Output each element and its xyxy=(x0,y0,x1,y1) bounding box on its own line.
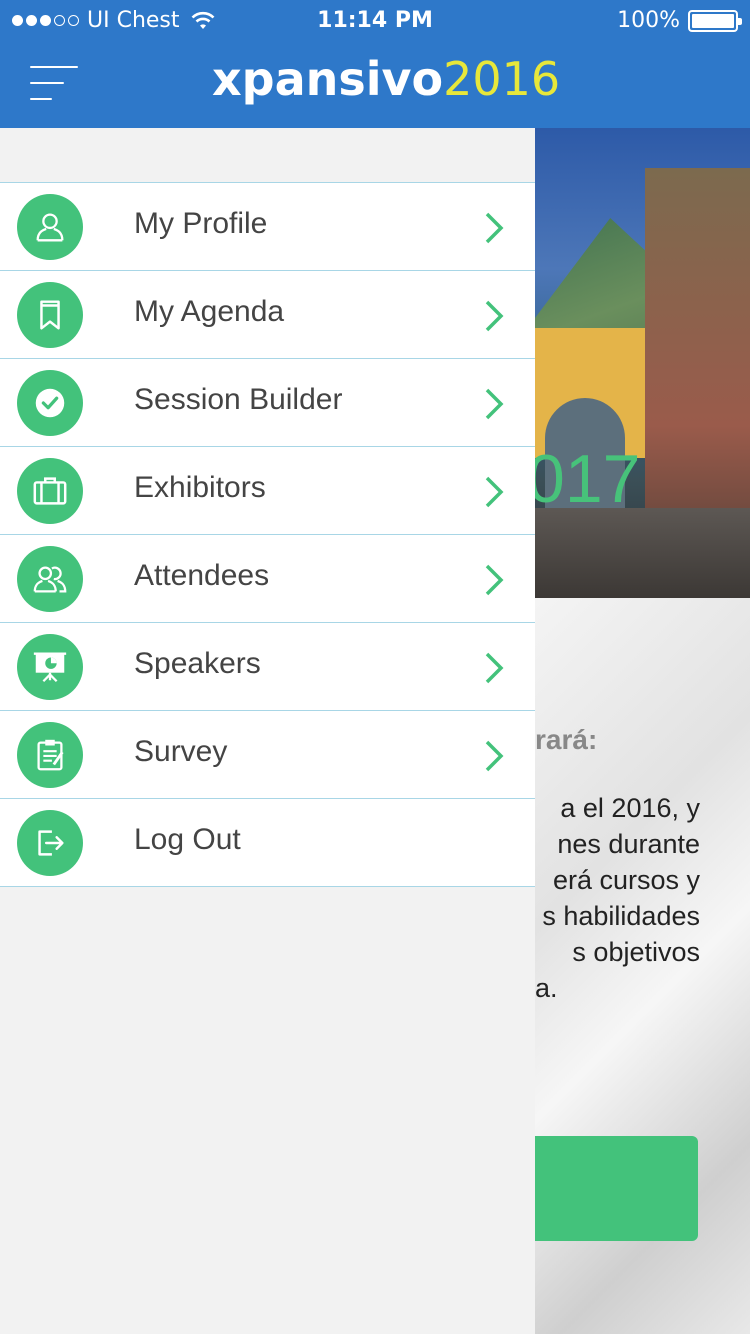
menu-item-my-agenda[interactable]: My Agenda xyxy=(0,271,535,359)
presentation-icon xyxy=(17,634,83,700)
chevron-right-icon xyxy=(485,652,504,684)
menu-item-label: Attendees xyxy=(134,559,270,592)
menu-item-attendees[interactable]: Attendees xyxy=(0,535,535,623)
para-line: a el 2016, y xyxy=(560,793,700,823)
menu-item-log-out[interactable]: Log Out xyxy=(0,799,535,887)
logo-main: xpansivo xyxy=(212,52,444,106)
status-bar: UI Chest 11:14 PM 100% xyxy=(0,0,750,40)
menu-item-exhibitors[interactable]: Exhibitors xyxy=(0,447,535,535)
para-line: nes durante xyxy=(557,829,700,859)
menu-item-label: Exhibitors xyxy=(134,471,266,504)
hamburger-menu-icon[interactable] xyxy=(30,66,82,106)
chevron-right-icon xyxy=(485,388,504,420)
menu-item-survey[interactable]: Survey xyxy=(0,711,535,799)
side-menu: My Profile My Agenda Session Builder Exh… xyxy=(0,128,535,1334)
carrier-name: UI Chest xyxy=(87,8,180,33)
hero-year: 017 xyxy=(535,441,641,517)
para-line: s habilidades xyxy=(542,901,700,931)
chevron-right-icon xyxy=(485,476,504,508)
chevron-right-icon xyxy=(485,300,504,332)
chevron-right-icon xyxy=(485,740,504,772)
menu-item-speakers[interactable]: Speakers xyxy=(0,623,535,711)
users-icon xyxy=(17,546,83,612)
battery-icon xyxy=(688,9,742,32)
check-circle-icon xyxy=(17,370,83,436)
menu-item-label: My Profile xyxy=(134,207,268,240)
menu-list: My Profile My Agenda Session Builder Exh… xyxy=(0,182,535,887)
menu-item-label: Speakers xyxy=(134,647,261,680)
bookmark-icon xyxy=(17,282,83,348)
content-heading: rará: xyxy=(535,724,598,755)
nav-bar: xpansivo2016 xyxy=(0,40,750,128)
menu-item-label: My Agenda xyxy=(134,295,285,328)
logout-icon xyxy=(17,810,83,876)
menu-item-session-builder[interactable]: Session Builder xyxy=(0,359,535,447)
para-line: a. xyxy=(535,973,558,1003)
briefcase-icon xyxy=(17,458,83,524)
content-action-button[interactable] xyxy=(535,1136,698,1241)
chevron-right-icon xyxy=(485,564,504,596)
battery-percent: 100% xyxy=(617,8,680,33)
status-time: 11:14 PM xyxy=(317,8,433,33)
chevron-right-icon xyxy=(485,212,504,244)
hero-image: 017 xyxy=(535,128,750,598)
menu-item-label: Survey xyxy=(134,735,228,768)
para-line: s objetivos xyxy=(572,937,700,967)
menu-item-my-profile[interactable]: My Profile xyxy=(0,183,535,271)
wifi-icon xyxy=(191,11,214,29)
main-content: rará: a el 2016, y nes durante erá curso… xyxy=(535,598,750,1334)
signal-strength-icon xyxy=(12,15,79,26)
content-paragraph: a el 2016, y nes durante erá cursos y s … xyxy=(535,790,700,1006)
user-icon xyxy=(17,194,83,260)
logo-year: 2016 xyxy=(443,52,561,106)
menu-item-label: Log Out xyxy=(134,823,241,856)
clipboard-icon xyxy=(17,722,83,788)
status-right: 100% xyxy=(617,8,742,33)
status-left: UI Chest xyxy=(12,8,216,33)
app-logo: xpansivo2016 xyxy=(212,52,560,106)
para-line: erá cursos y xyxy=(552,865,700,895)
menu-item-label: Session Builder xyxy=(134,383,343,416)
